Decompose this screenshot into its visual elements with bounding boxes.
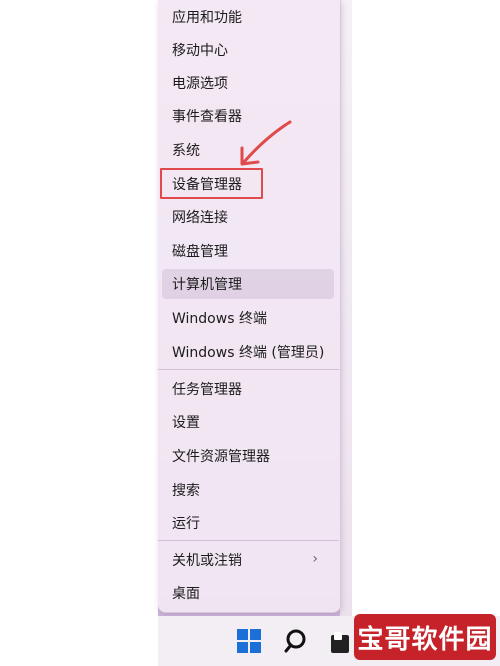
menu-item-label: 计算机管理 bbox=[172, 277, 242, 293]
menu-item-windows-terminal-admin[interactable]: Windows 终端 (管理员) bbox=[162, 337, 334, 367]
menu-item-device-manager[interactable]: 设备管理器 bbox=[160, 168, 263, 199]
menu-item-label: 任务管理器 bbox=[172, 382, 242, 398]
menu-item-label: 网络连接 bbox=[172, 210, 228, 226]
menu-item-label: 运行 bbox=[172, 516, 200, 532]
menu-item-label: 搜索 bbox=[172, 483, 200, 499]
menu-separator bbox=[158, 369, 339, 370]
menu-item-label: Windows 终端 (管理员) bbox=[172, 345, 325, 361]
desktop-edge bbox=[340, 0, 352, 620]
windows-logo-icon[interactable] bbox=[236, 628, 262, 654]
menu-item-computer-management[interactable]: 计算机管理 bbox=[162, 269, 334, 299]
menu-item-label: 关机或注销 bbox=[172, 553, 242, 569]
menu-separator bbox=[158, 540, 339, 541]
menu-item-network-connections[interactable]: 网络连接 bbox=[162, 202, 334, 232]
menu-item-label: 应用和功能 bbox=[172, 10, 242, 26]
watermark-logo: 宝哥软件园 bbox=[354, 614, 496, 660]
menu-item-windows-terminal[interactable]: Windows 终端 bbox=[162, 303, 334, 333]
menu-item-label: 移动中心 bbox=[172, 43, 228, 59]
menu-item-settings[interactable]: 设置 bbox=[162, 407, 334, 437]
menu-item-label: Windows 终端 bbox=[172, 311, 267, 327]
menu-item-label: 设备管理器 bbox=[172, 176, 242, 193]
red-arrow-icon bbox=[240, 120, 292, 166]
menu-item-label: 文件资源管理器 bbox=[172, 449, 270, 465]
menu-item-task-manager[interactable]: 任务管理器 bbox=[162, 374, 334, 404]
menu-item-power-options[interactable]: 电源选项 bbox=[162, 68, 334, 98]
menu-item-apps-features[interactable]: 应用和功能 bbox=[162, 2, 334, 32]
winx-context-menu: 应用和功能 移动中心 电源选项 事件查看器 系统 设备管理器 网络连接 磁盘管理… bbox=[158, 0, 341, 613]
menu-item-disk-management[interactable]: 磁盘管理 bbox=[162, 236, 334, 266]
menu-item-shutdown-signout[interactable]: 关机或注销 › bbox=[162, 545, 334, 575]
menu-item-search[interactable]: 搜索 bbox=[162, 475, 334, 505]
menu-item-desktop[interactable]: 桌面 bbox=[162, 578, 334, 608]
search-icon[interactable] bbox=[283, 628, 309, 654]
menu-item-file-explorer[interactable]: 文件资源管理器 bbox=[162, 441, 334, 471]
taskbar-app-icon-detail bbox=[334, 632, 342, 640]
menu-item-label: 磁盘管理 bbox=[172, 244, 228, 260]
menu-item-label: 桌面 bbox=[172, 586, 200, 602]
menu-item-label: 设置 bbox=[172, 415, 200, 431]
menu-item-label: 系统 bbox=[172, 143, 200, 159]
chevron-right-icon: › bbox=[312, 551, 318, 567]
watermark-text: 宝哥软件园 bbox=[357, 624, 493, 655]
menu-item-mobility-center[interactable]: 移动中心 bbox=[162, 35, 334, 65]
menu-item-run[interactable]: 运行 bbox=[162, 508, 334, 538]
menu-item-label: 电源选项 bbox=[172, 76, 228, 92]
